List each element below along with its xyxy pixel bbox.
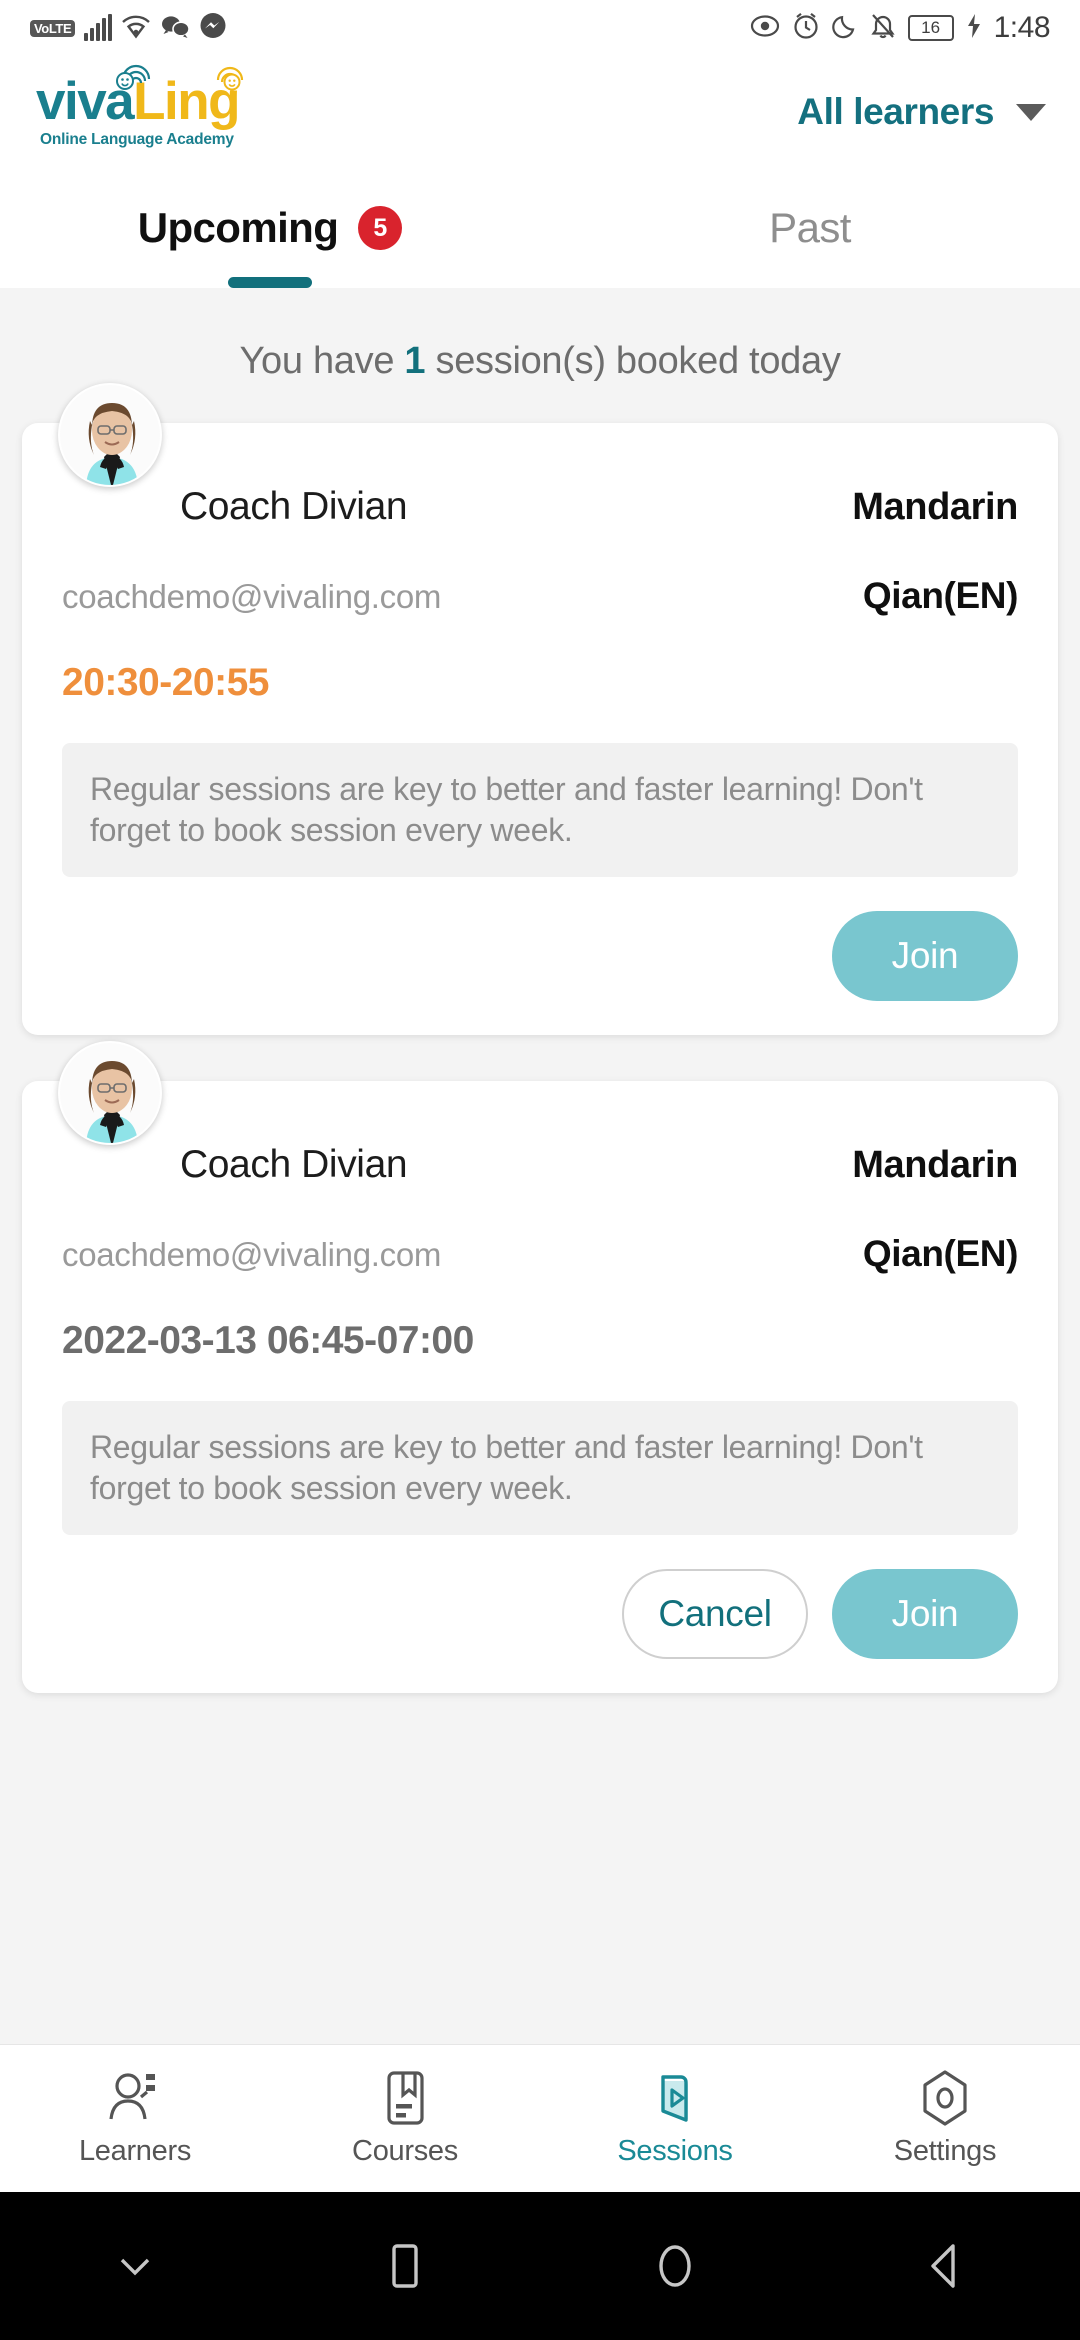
wechat-icon: [160, 13, 191, 44]
booked-prefix: You have: [239, 340, 405, 382]
session-language: Mandarin: [852, 1143, 1018, 1186]
app-screen: VoLTE 16 1:48 vivaLing Online Language A…: [0, 0, 1080, 2340]
avatar[interactable]: [58, 1040, 162, 1145]
nav-item-sessions[interactable]: Sessions: [540, 2045, 810, 2192]
chevron-down-icon: [1016, 103, 1046, 121]
vivaling-logo: vivaLing Online Language Academy: [36, 64, 244, 149]
coach-name: Coach Divian: [180, 485, 408, 528]
sessions-icon: [646, 2069, 704, 2127]
card-subheader-row: coachdemo@vivaling.com Qian(EN): [62, 1233, 1018, 1275]
clock-time: 1:48: [993, 11, 1051, 44]
coach-email: coachdemo@vivaling.com: [62, 1235, 442, 1273]
mute-icon: [870, 12, 896, 45]
nav-item-settings[interactable]: Settings: [810, 2045, 1080, 2192]
messenger-icon: [199, 12, 227, 45]
tab-past-label: Past: [769, 204, 851, 251]
session-card[interactable]: Coach Divian Mandarin coachdemo@vivaling…: [22, 383, 1058, 1035]
card-header-row: Coach Divian Mandarin: [62, 1143, 1018, 1187]
nav-item-sessions-label: Sessions: [617, 2135, 733, 2167]
nav-item-courses-label: Courses: [352, 2135, 458, 2167]
settings-icon: [916, 2069, 974, 2127]
alarm-icon: [792, 12, 820, 45]
nav-item-learners[interactable]: Learners: [0, 2045, 270, 2192]
status-bar-left: VoLTE: [30, 12, 227, 45]
wifi-icon: [121, 13, 151, 44]
session-time: 20:30-20:55: [62, 661, 269, 704]
nav-item-courses[interactable]: Courses: [270, 2045, 540, 2192]
tab-upcoming-label: Upcoming: [137, 204, 339, 251]
nav-item-learners-label: Learners: [78, 2135, 192, 2167]
learner-filter-label: All learners: [797, 91, 994, 132]
card-actions: Join: [62, 910, 1018, 1001]
session-time: 2022-03-13 06:45-07:00: [62, 1318, 474, 1362]
app-header: vivaLing Online Language Academy All lea…: [0, 56, 1080, 168]
volte-icon: VoLTE: [30, 19, 76, 37]
logo-face-teal-icon: [111, 59, 159, 91]
hide-keyboard-icon[interactable]: [0, 2251, 270, 2281]
session-language: Mandarin: [852, 486, 1018, 528]
avatar[interactable]: [58, 383, 162, 487]
tab-active-indicator: [228, 277, 312, 288]
booked-suffix: session(s) booked today: [425, 340, 841, 382]
learner-filter-dropdown[interactable]: All learners: [797, 91, 1046, 133]
recents-icon[interactable]: [270, 2241, 540, 2291]
courses-icon: [376, 2069, 434, 2127]
tab-past[interactable]: Past: [540, 168, 1080, 288]
coach-name: Coach Divian: [180, 1142, 408, 1186]
charging-icon: [966, 12, 982, 45]
session-note: Regular sessions are key to better and f…: [62, 1400, 1018, 1535]
booked-today-banner: You have 1 session(s) booked today: [0, 288, 1080, 423]
system-navigation-bar: [0, 2192, 1080, 2340]
nav-item-settings-label: Settings: [893, 2135, 997, 2167]
learner-name: Qian(EN): [862, 575, 1018, 616]
eye-icon: [750, 14, 780, 43]
bottom-navigation: Learners Courses Sessions Settings: [0, 2044, 1080, 2192]
session-tabs: Upcoming 5 Past: [0, 168, 1080, 288]
session-note: Regular sessions are key to better and f…: [62, 743, 1018, 877]
signal-icon: [84, 14, 113, 41]
learner-name: Qian(EN): [862, 1232, 1018, 1274]
back-icon[interactable]: [810, 2241, 1080, 2291]
status-bar: VoLTE 16 1:48: [0, 0, 1080, 56]
tab-upcoming[interactable]: Upcoming 5: [0, 168, 540, 288]
status-bar-right: 16 1:48: [750, 11, 1051, 45]
join-button[interactable]: Join: [832, 1568, 1018, 1659]
card-header-row: Coach Divian Mandarin: [62, 485, 1018, 529]
booked-count: 1: [404, 340, 426, 382]
logo-face-yellow-icon: [208, 61, 252, 91]
session-card[interactable]: Coach Divian Mandarin coachdemo@vivaling…: [22, 1040, 1058, 1693]
battery-icon: 16: [907, 15, 954, 41]
tab-upcoming-badge: 5: [358, 206, 403, 250]
learners-icon: [104, 2069, 166, 2127]
card-subheader-row: coachdemo@vivaling.com Qian(EN): [62, 575, 1018, 617]
home-icon[interactable]: [540, 2241, 810, 2291]
logo-tagline: Online Language Academy: [40, 131, 234, 148]
sessions-list[interactable]: You have 1 session(s) booked today Coach…: [0, 288, 1080, 2192]
card-actions: Cancel Join: [62, 1568, 1018, 1659]
cancel-button[interactable]: Cancel: [622, 1568, 808, 1659]
join-button[interactable]: Join: [832, 910, 1018, 1001]
coach-email: coachdemo@vivaling.com: [62, 578, 442, 615]
moon-icon: [831, 13, 858, 44]
